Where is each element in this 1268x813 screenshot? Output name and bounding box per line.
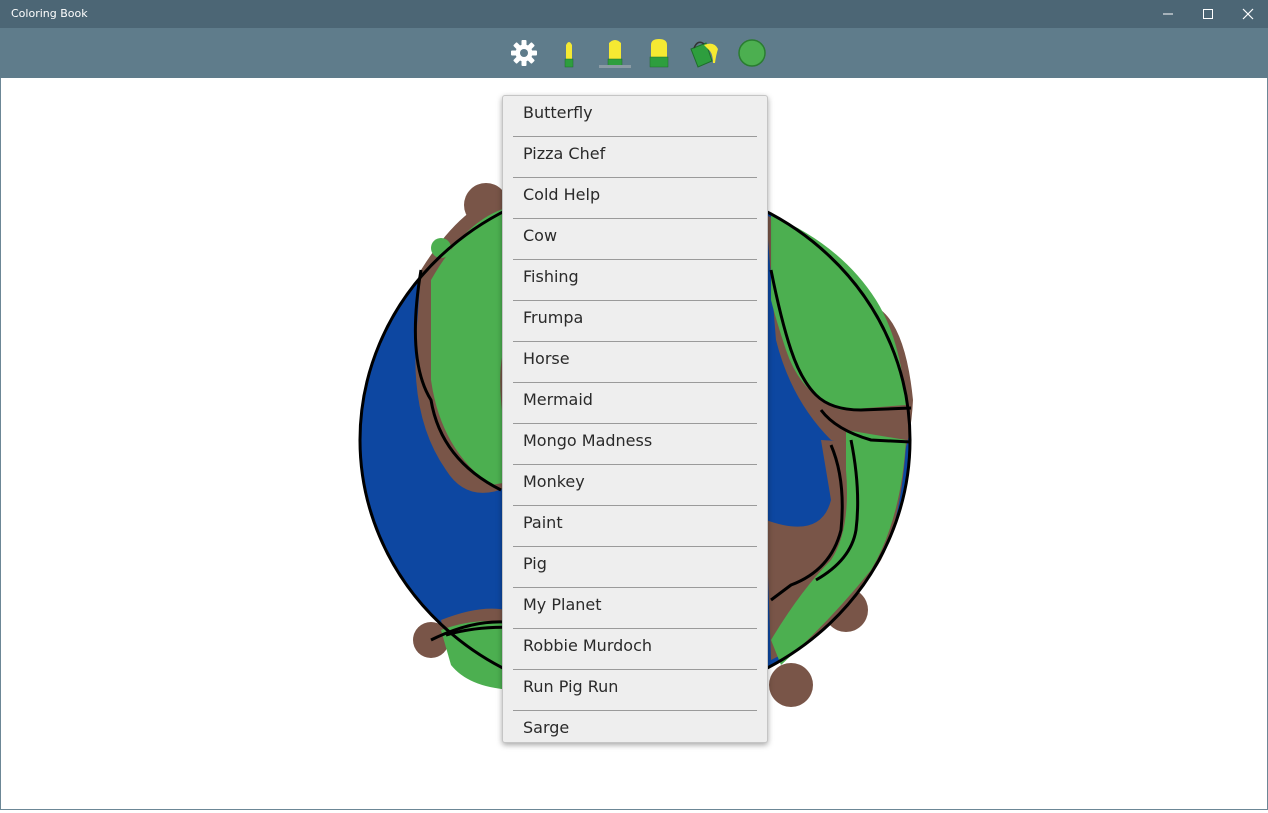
gear-icon xyxy=(511,40,537,66)
medium-marker-button[interactable] xyxy=(595,28,635,78)
menu-item-run-pig-run[interactable]: Run Pig Run xyxy=(503,670,767,711)
menu-item-pizza-chef[interactable]: Pizza Chef xyxy=(503,137,767,178)
menu-item-robbie-murdoch[interactable]: Robbie Murdoch xyxy=(503,629,767,670)
maximize-icon xyxy=(1203,9,1213,19)
menu-item-mermaid[interactable]: Mermaid xyxy=(503,383,767,424)
settings-button[interactable] xyxy=(504,28,544,78)
menu-item-pig[interactable]: Pig xyxy=(503,547,767,588)
menu-item-monkey[interactable]: Monkey xyxy=(503,465,767,506)
maximize-button[interactable] xyxy=(1188,0,1228,28)
color-swatch-icon xyxy=(738,39,766,67)
menu-item-butterfly[interactable]: Butterfly xyxy=(503,96,767,137)
menu-item-cold-help[interactable]: Cold Help xyxy=(503,178,767,219)
color-swatch-button[interactable] xyxy=(732,28,772,78)
thick-marker-button[interactable] xyxy=(639,28,679,78)
selected-tool-indicator xyxy=(599,65,631,68)
thin-marker-button[interactable] xyxy=(549,28,589,78)
menu-item-mongo-madness[interactable]: Mongo Madness xyxy=(503,424,767,465)
picture-selection-menu: Butterfly Pizza Chef Cold Help Cow Fishi… xyxy=(502,95,768,743)
paint-bucket-icon xyxy=(690,41,718,68)
menu-item-sarge[interactable]: Sarge xyxy=(503,711,767,742)
window-title: Coloring Book xyxy=(11,7,88,20)
paint-bucket-button[interactable] xyxy=(684,28,724,78)
menu-item-fishing[interactable]: Fishing xyxy=(503,260,767,301)
toolbar xyxy=(0,28,1268,78)
minimize-icon xyxy=(1163,13,1173,15)
menu-item-frumpa[interactable]: Frumpa xyxy=(503,301,767,342)
close-icon xyxy=(1242,8,1254,20)
close-button[interactable] xyxy=(1228,0,1268,28)
menu-item-paint[interactable]: Paint xyxy=(503,506,767,547)
menu-item-cow[interactable]: Cow xyxy=(503,219,767,260)
menu-item-horse[interactable]: Horse xyxy=(503,342,767,383)
thin-marker-icon xyxy=(564,42,574,68)
thick-marker-icon xyxy=(649,39,669,68)
menu-item-my-planet[interactable]: My Planet xyxy=(503,588,767,629)
minimize-button[interactable] xyxy=(1148,0,1188,28)
title-bar: Coloring Book xyxy=(0,0,1268,28)
